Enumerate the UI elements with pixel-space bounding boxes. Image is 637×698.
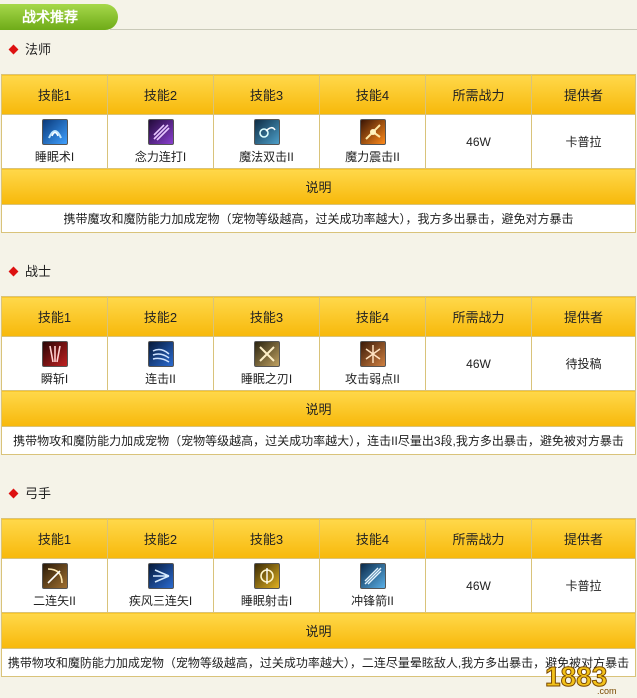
page-title: 战术推荐 — [0, 4, 118, 30]
section-name: 法师 — [25, 42, 52, 57]
skill-name: 睡眠射击I — [240, 593, 293, 608]
column-header: 技能2 — [107, 518, 214, 559]
title-divider — [110, 29, 637, 30]
skill-table-warrior: 技能1 技能2 技能3 技能4 所需战力 提供者 瞬斩I 连击II 睡眠之刃I — [1, 296, 636, 455]
section-name: 战士 — [25, 264, 52, 279]
sleep-spell-icon — [41, 118, 68, 145]
column-header: 提供者 — [531, 518, 636, 559]
note-header-row: 说明 — [1, 612, 636, 649]
skill-name: 瞬斩I — [40, 371, 69, 386]
column-header: 提供者 — [531, 296, 636, 337]
column-header: 技能2 — [107, 296, 214, 337]
skill-name: 魔法双击II — [239, 149, 294, 164]
section-heading-warrior: 战士 — [8, 262, 52, 282]
skill-table-archer: 技能1 技能2 技能3 技能4 所需战力 提供者 二连矢II 疾风三连矢I 睡眠… — [1, 518, 636, 677]
skill-cell: 睡眠射击I — [213, 558, 320, 613]
title-bar: 战术推荐 — [0, 2, 637, 30]
gale-triple-arrow-icon — [147, 562, 174, 589]
sleep-shot-icon — [253, 562, 280, 589]
column-header: 技能3 — [213, 74, 320, 115]
table-header-row: 技能1 技能2 技能3 技能4 所需战力 提供者 — [1, 74, 636, 115]
description-text: 携带物攻和魔防能力加成宠物（宠物等级越高，过关成功率越大），连击II尽量出3段,… — [1, 426, 636, 455]
skill-name: 睡眠之刃I — [240, 371, 293, 386]
skill-cell: 念力连打I — [107, 114, 214, 169]
column-header: 技能4 — [319, 74, 426, 115]
provider-cell: 卡普拉 — [531, 114, 636, 169]
power-cell: 46W — [425, 336, 532, 391]
table-header-row: 技能1 技能2 技能3 技能4 所需战力 提供者 — [1, 296, 636, 337]
skill-name: 连击II — [145, 371, 176, 386]
skill-cell: 魔力震击II — [319, 114, 426, 169]
attack-weakness-icon — [359, 340, 386, 367]
skill-cell: 疾风三连矢I — [107, 558, 214, 613]
red-diamond-icon — [8, 44, 19, 55]
note-header-row: 说明 — [1, 390, 636, 427]
double-arrow-icon — [41, 562, 68, 589]
site-watermark: 1883 .com — [541, 658, 631, 697]
provider-cell: 待投稿 — [531, 336, 636, 391]
charge-arrow-icon — [359, 562, 386, 589]
column-header: 技能3 — [213, 518, 320, 559]
section-name: 弓手 — [25, 486, 52, 501]
power-cell: 46W — [425, 114, 532, 169]
skill-name: 念力连打I — [134, 149, 187, 164]
red-diamond-icon — [8, 266, 19, 277]
note-label: 说明 — [1, 612, 636, 649]
description-row: 携带物攻和魔防能力加成宠物（宠物等级越高，过关成功率越大），连击II尽量出3段,… — [1, 426, 636, 455]
skill-table-mage: 技能1 技能2 技能3 技能4 所需战力 提供者 睡眠术I 念力连打I 魔法双击… — [1, 74, 636, 233]
column-header: 所需战力 — [425, 518, 532, 559]
table-header-row: 技能1 技能2 技能3 技能4 所需战力 提供者 — [1, 518, 636, 559]
red-diamond-icon — [8, 488, 19, 499]
combo-strike-icon — [147, 340, 174, 367]
skill-cell: 睡眠之刃I — [213, 336, 320, 391]
column-header: 技能2 — [107, 74, 214, 115]
skill-name: 攻击弱点II — [345, 371, 400, 386]
column-header: 技能4 — [319, 296, 426, 337]
skill-cell: 连击II — [107, 336, 214, 391]
column-header: 技能1 — [1, 518, 108, 559]
skill-name: 二连矢II — [33, 593, 76, 608]
skill-cell: 攻击弱点II — [319, 336, 426, 391]
telekinesis-combo-icon — [147, 118, 174, 145]
skill-cell: 冲锋箭II — [319, 558, 426, 613]
skill-cell: 瞬斩I — [1, 336, 108, 391]
description-text: 携带魔攻和魔防能力加成宠物（宠物等级越高，过关成功率越大），我方多出暴击，避免对… — [1, 204, 636, 233]
table-row: 睡眠术I 念力连打I 魔法双击II 魔力震击II 46W 卡普拉 — [1, 114, 636, 169]
column-header: 技能3 — [213, 296, 320, 337]
skill-name: 魔力震击II — [345, 149, 400, 164]
skill-cell: 魔法双击II — [213, 114, 320, 169]
column-header: 技能1 — [1, 296, 108, 337]
table-row: 二连矢II 疾风三连矢I 睡眠射击I 冲锋箭II 46W 卡普拉 — [1, 558, 636, 613]
column-header: 提供者 — [531, 74, 636, 115]
note-header-row: 说明 — [1, 168, 636, 205]
skill-cell: 二连矢II — [1, 558, 108, 613]
magic-double-strike-icon — [253, 118, 280, 145]
table-row: 瞬斩I 连击II 睡眠之刃I 攻击弱点II 46W 待投稿 — [1, 336, 636, 391]
note-label: 说明 — [1, 168, 636, 205]
column-header: 技能1 — [1, 74, 108, 115]
skill-cell: 睡眠术I — [1, 114, 108, 169]
section-heading-mage: 法师 — [8, 40, 52, 60]
instant-slash-icon — [41, 340, 68, 367]
section-heading-archer: 弓手 — [8, 484, 52, 504]
watermark-suffix: .com — [597, 686, 617, 696]
power-cell: 46W — [425, 558, 532, 613]
column-header: 所需战力 — [425, 74, 532, 115]
skill-name: 睡眠术I — [34, 149, 75, 164]
skill-name: 冲锋箭II — [351, 593, 394, 608]
note-label: 说明 — [1, 390, 636, 427]
description-row: 携带魔攻和魔防能力加成宠物（宠物等级越高，过关成功率越大），我方多出暴击，避免对… — [1, 204, 636, 233]
sleep-blade-icon — [253, 340, 280, 367]
provider-cell: 卡普拉 — [531, 558, 636, 613]
column-header: 所需战力 — [425, 296, 532, 337]
mana-shock-icon — [359, 118, 386, 145]
skill-name: 疾风三连矢I — [128, 593, 193, 608]
column-header: 技能4 — [319, 518, 426, 559]
